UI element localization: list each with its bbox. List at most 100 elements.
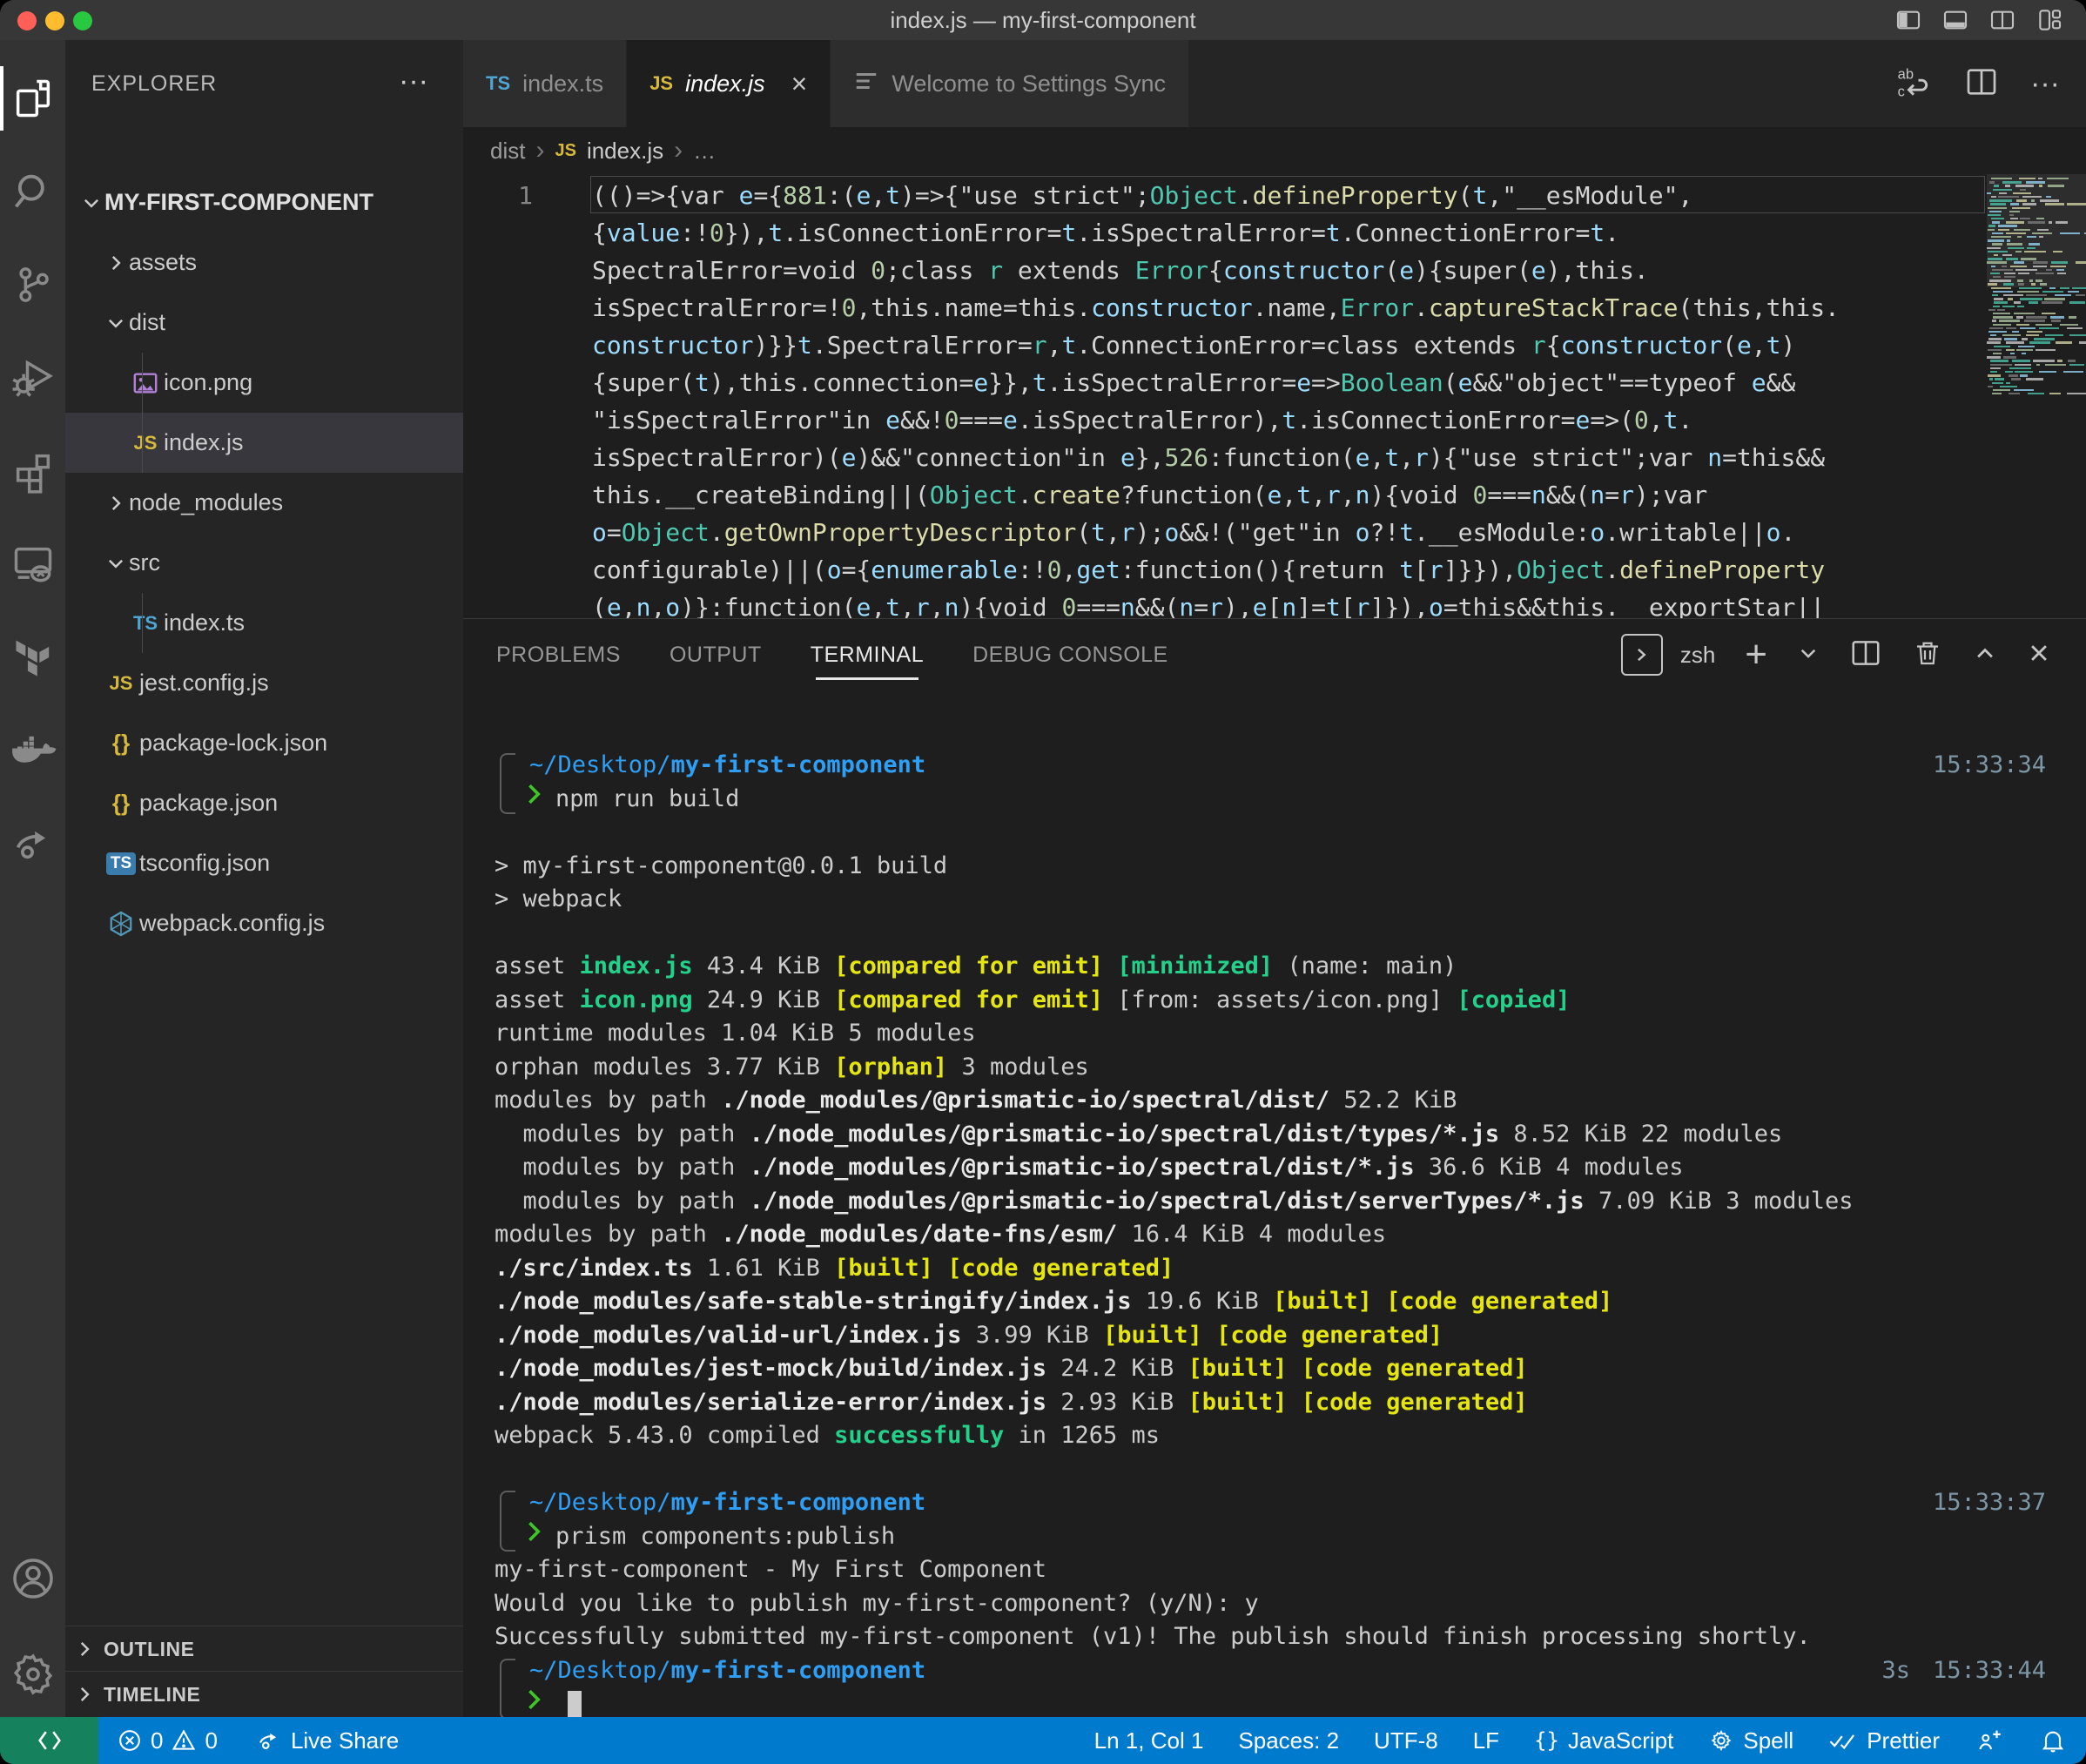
notifications-bell-icon[interactable] <box>2039 1727 2067 1754</box>
tree-root[interactable]: MY-FIRST-COMPONENT <box>65 172 463 232</box>
tree-item-jest-config-js[interactable]: JS jest.config.js <box>65 653 463 713</box>
terraform-icon[interactable] <box>0 620 65 695</box>
terminal-line: Successfully submitted my-first-componen… <box>495 1623 1811 1650</box>
tree-item-label: icon.png <box>164 369 253 395</box>
code-line: isSpectralError)(e)&&"connection"in e},5… <box>592 443 1826 472</box>
webpack-file-icon <box>103 911 139 937</box>
remote-explorer-icon[interactable] <box>0 527 65 602</box>
tree-item-dist[interactable]: dist <box>65 293 463 353</box>
maximize-panel-icon[interactable] <box>1973 641 1997 670</box>
new-terminal-icon[interactable]: + <box>1745 636 1767 674</box>
remote-indicator[interactable] <box>0 1717 98 1764</box>
typescript-file-icon: TS <box>486 72 511 94</box>
tab-debug-console[interactable]: DEBUG CONSOLE <box>972 619 1168 690</box>
tree-item-webpack-config-js[interactable]: webpack.config.js <box>65 893 463 953</box>
tree-item-label: assets <box>129 249 198 275</box>
sidebar-header: EXPLORER ··· <box>65 40 463 127</box>
breadcrumb-file[interactable]: index.js <box>587 138 663 165</box>
breadcrumb-folder[interactable]: dist <box>490 138 525 165</box>
braces-icon: {} <box>1534 1728 1559 1753</box>
extensions-icon[interactable] <box>0 434 65 508</box>
terminal-line: ./node_modules/jest-mock/build/index.js … <box>495 1355 1528 1382</box>
remote-icon <box>37 1731 61 1750</box>
live-share-icon[interactable] <box>0 806 65 881</box>
tab-problems[interactable]: PROBLEMS <box>496 619 621 690</box>
vscode-window: index.js — my-first-component EXPLORER ·… <box>0 0 2086 1764</box>
docker-icon[interactable] <box>0 713 65 788</box>
panel-actions: zsh + <box>1620 619 2051 690</box>
source-control-icon[interactable] <box>0 247 65 322</box>
explorer-icon[interactable] <box>0 61 65 136</box>
tab-output[interactable]: OUTPUT <box>670 619 762 690</box>
tab-index-js[interactable]: JS index.js × <box>627 40 831 127</box>
eol-sequence[interactable]: LF <box>1473 1727 1499 1754</box>
prompt-chevron-icon <box>526 1519 543 1554</box>
terminal-line: ./src/index.ts 1.61 KiB [built] [code ge… <box>495 1254 1174 1282</box>
chevron-down-icon <box>103 552 129 575</box>
sidebar-section-timeline[interactable]: TIMELINE <box>65 1671 463 1717</box>
minimap[interactable] <box>1987 177 2086 438</box>
explorer-more-actions-icon[interactable]: ··· <box>399 40 428 127</box>
tree-item-package-json[interactable]: {} package.json <box>65 773 463 833</box>
tree-item-package-lock-json[interactable]: {} package-lock.json <box>65 713 463 773</box>
search-icon[interactable] <box>0 154 65 229</box>
prompt-bracket <box>500 1658 515 1717</box>
tree-item-label: package.json <box>139 790 279 816</box>
terminal-line: orphan modules 3.77 KiB [orphan] 3 modul… <box>495 1053 1089 1081</box>
settings-gear-icon[interactable] <box>0 1637 65 1712</box>
breadcrumb-symbols[interactable]: … <box>693 138 716 165</box>
spell-gear-icon <box>1711 1730 1732 1752</box>
tree-item-node-modules[interactable]: node_modules <box>65 473 463 533</box>
tree-item-tsconfig-json[interactable]: TS tsconfig.json <box>65 833 463 893</box>
tab-index-ts[interactable]: TS index.ts <box>463 40 628 127</box>
close-panel-icon[interactable] <box>2027 641 2051 670</box>
close-tab-icon[interactable]: × <box>791 68 808 100</box>
code-line: this.__createBinding||(Object.create?fun… <box>592 481 1708 509</box>
shell-label[interactable]: zsh <box>1680 642 1715 669</box>
tree-item-index-ts[interactable]: TS index.ts <box>65 593 463 653</box>
tab-welcome-settings-sync[interactable]: Welcome to Settings Sync <box>831 40 1189 127</box>
language-mode[interactable]: {} JavaScript <box>1534 1727 1673 1754</box>
run-debug-icon[interactable] <box>0 340 65 415</box>
json-file-icon: {} <box>111 790 131 816</box>
code-editor[interactable]: 1 (()=>{var e={881:(e,t)=>{"use strict";… <box>463 174 2086 618</box>
toggle-sidebar-icon[interactable] <box>1894 6 1922 34</box>
terminal-cursor <box>568 1691 582 1717</box>
tree-item-icon-png[interactable]: icon.png <box>65 353 463 413</box>
problems-status[interactable]: 0 0 <box>118 1727 218 1754</box>
tree-item-index-js[interactable]: JS index.js <box>65 413 463 473</box>
terminal-dropdown-icon[interactable] <box>1797 642 1820 669</box>
kill-terminal-trash-icon[interactable] <box>1912 637 1943 673</box>
accounts-icon[interactable] <box>0 1541 65 1616</box>
feedback-icon[interactable] <box>1975 1726 2004 1755</box>
terminal-shell-icon[interactable] <box>1620 634 1663 676</box>
live-share-status[interactable]: Live Share <box>256 1727 399 1754</box>
prompt-bracket <box>500 1491 515 1552</box>
split-editor-icon[interactable] <box>1964 64 1999 104</box>
toggle-panel-icon[interactable] <box>1941 6 1969 34</box>
sidebar-section-outline[interactable]: OUTLINE <box>65 1626 463 1672</box>
prettier-status[interactable]: Prettier <box>1828 1727 1940 1754</box>
tree-item-src[interactable]: src <box>65 533 463 593</box>
chevron-right-icon <box>103 252 129 274</box>
chevron-right-icon <box>65 1638 104 1660</box>
javascript-file-icon: JS <box>109 671 133 694</box>
indentation[interactable]: Spaces: 2 <box>1238 1727 1339 1754</box>
customize-layout-icon[interactable] <box>2036 6 2063 34</box>
breadcrumb[interactable]: dist › JS index.js › … <box>463 127 2086 174</box>
cursor-position[interactable]: Ln 1, Col 1 <box>1094 1727 1204 1754</box>
terminal-output[interactable]: ~/Desktop/my-first-component 15:33:34 npm … <box>463 690 2086 1717</box>
prompt-timestamp: 15:33:34 <box>1932 751 2046 778</box>
encoding[interactable]: UTF-8 <box>1374 1727 1438 1754</box>
spell-checker-status[interactable]: Spell <box>1708 1727 1793 1754</box>
more-actions-icon[interactable]: ··· <box>2030 67 2060 101</box>
indent-guide <box>142 593 143 653</box>
split-editor-layout-icon[interactable] <box>1988 6 2016 34</box>
split-terminal-icon[interactable] <box>1849 636 1882 674</box>
svg-text:c: c <box>1898 84 1905 99</box>
tree-item-assets[interactable]: assets <box>65 232 463 293</box>
word-wrap-icon[interactable]: ab c <box>1894 63 1933 105</box>
tab-terminal[interactable]: TERMINAL <box>811 619 924 690</box>
